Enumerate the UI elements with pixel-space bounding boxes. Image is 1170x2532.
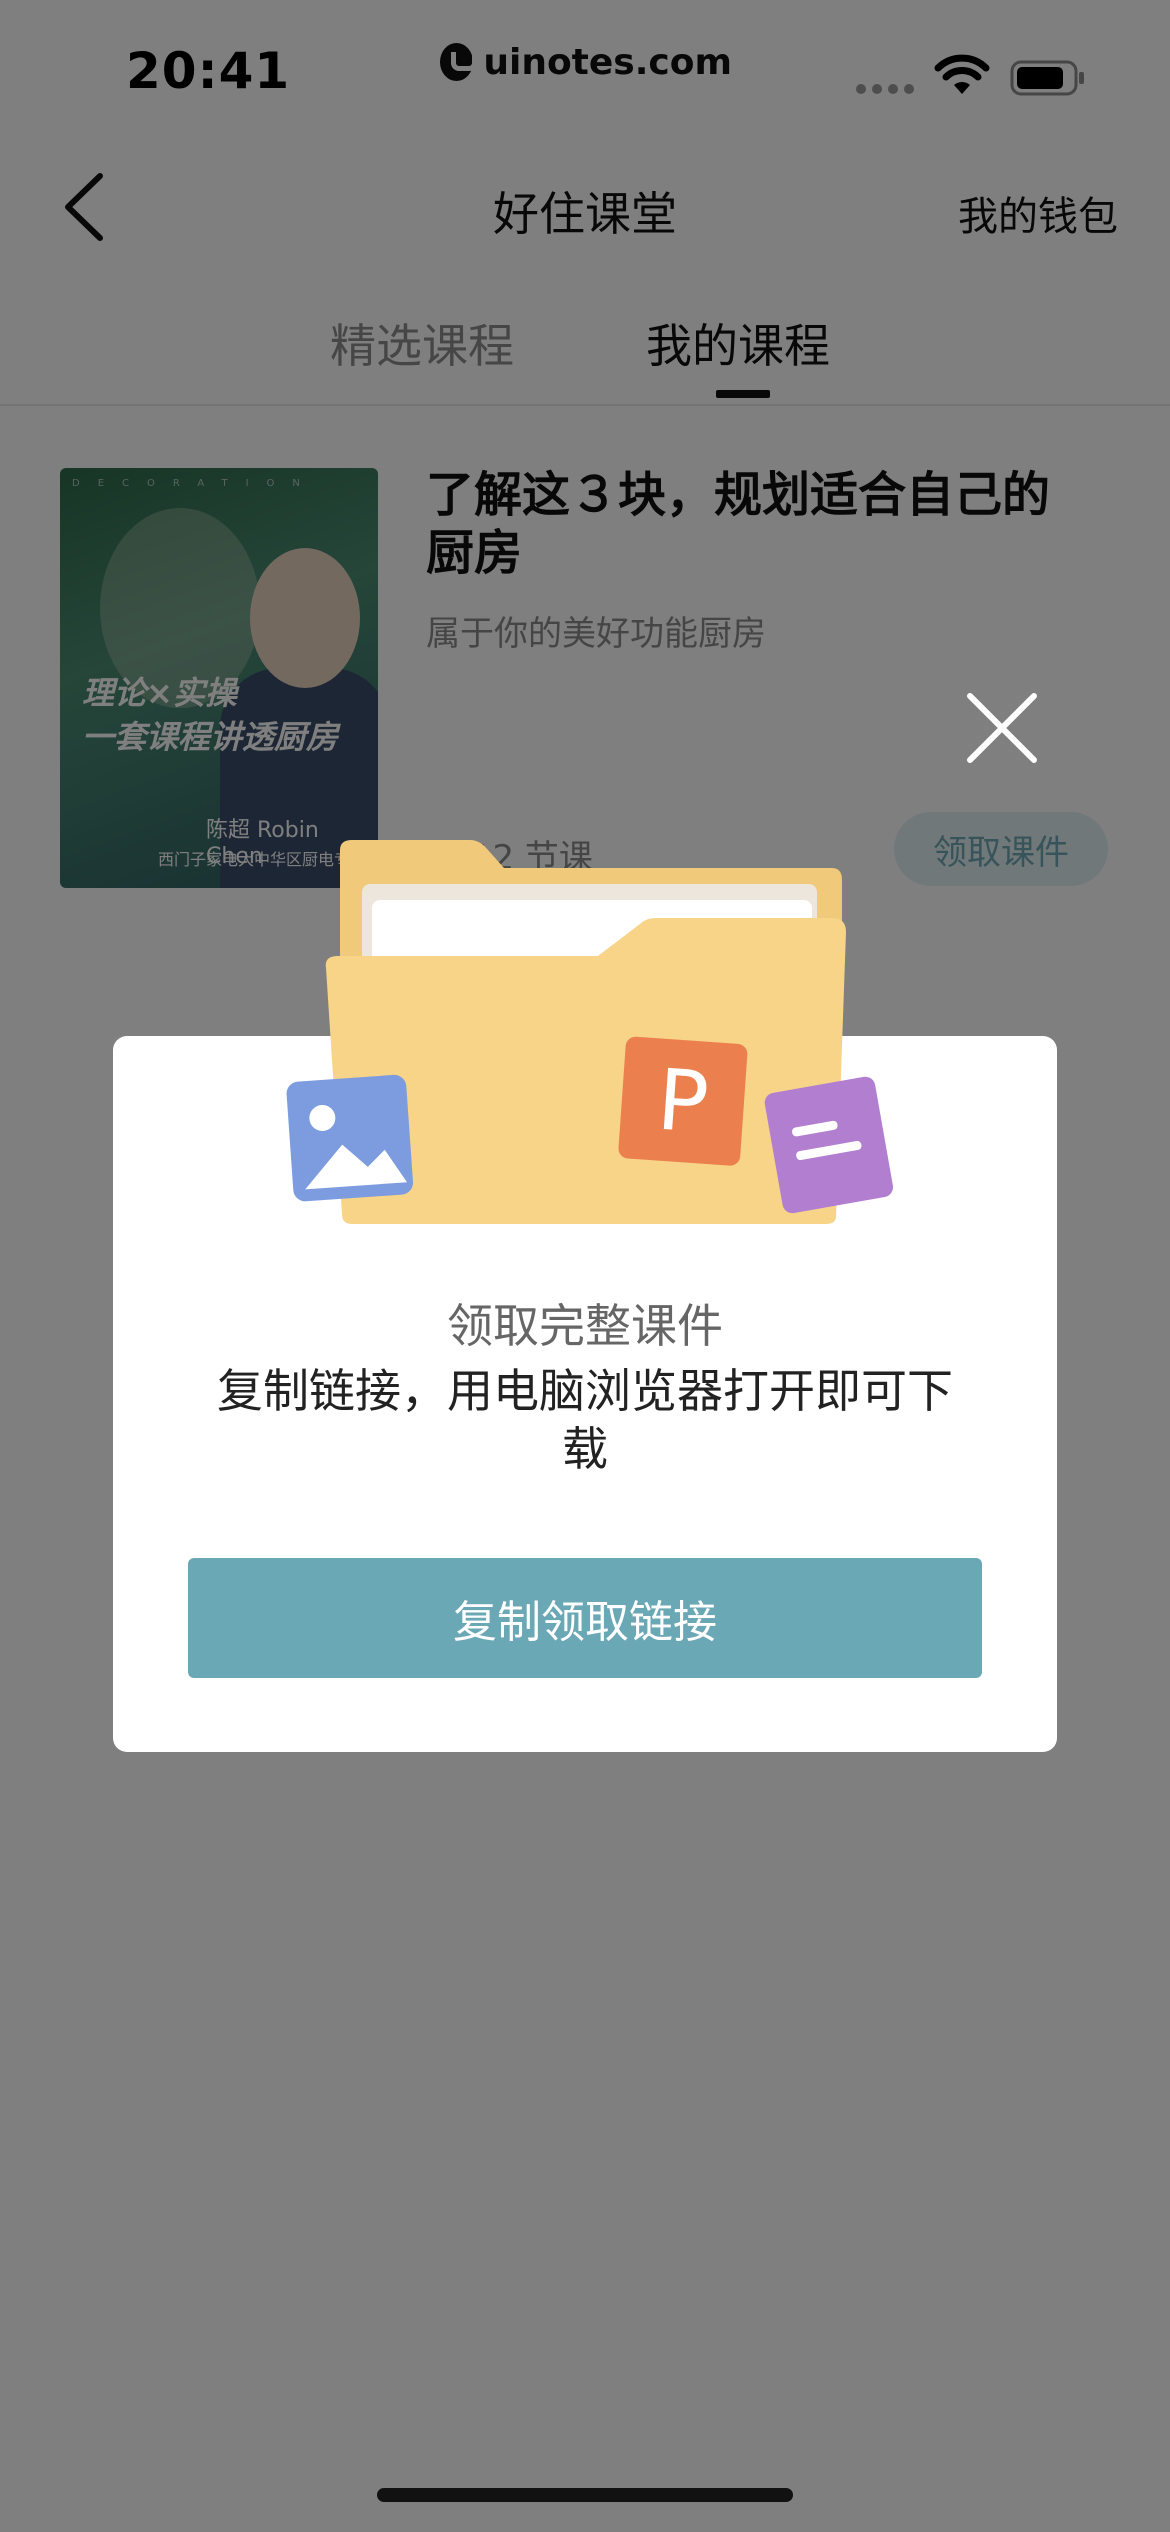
svg-text:P: P bbox=[654, 1051, 711, 1152]
folder-files-illustration: P bbox=[286, 840, 894, 1224]
dialog-description: 复制链接，用电脑浏览器打开即可下载 bbox=[217, 1364, 953, 1476]
dialog-title: 领取完整课件 bbox=[447, 1299, 723, 1353]
close-icon[interactable] bbox=[964, 690, 1040, 766]
copy-link-button[interactable]: 复制领取链接 bbox=[188, 1558, 982, 1678]
home-indicator[interactable] bbox=[377, 2488, 793, 2502]
